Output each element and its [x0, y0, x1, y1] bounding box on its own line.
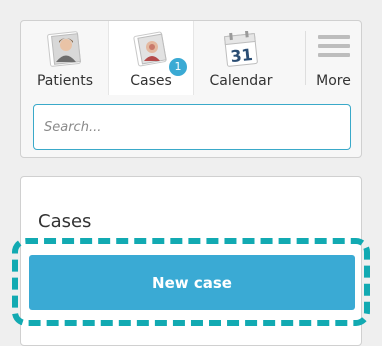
case-photo-icon: [130, 31, 172, 71]
top-panel: Patients Cases 1 31 Calendar More Search…: [20, 20, 362, 158]
nav-item-label: More: [316, 73, 351, 89]
cases-section-title: Cases: [38, 211, 92, 232]
calendar-icon: 31: [221, 30, 261, 71]
new-case-button[interactable]: New case: [29, 255, 355, 310]
nav-item-label: Calendar: [209, 73, 273, 89]
patient-photo-icon: [45, 31, 85, 71]
nav-item-calendar[interactable]: 31 Calendar: [201, 21, 281, 95]
nav-item-patients[interactable]: Patients: [29, 21, 101, 95]
calendar-day-number: 31: [230, 45, 254, 66]
nav-item-more[interactable]: More: [306, 21, 361, 95]
nav-item-label: Patients: [36, 73, 94, 89]
menu-lines-icon: [316, 31, 352, 65]
search-input[interactable]: [33, 104, 351, 150]
main-nav: Patients Cases 1 31 Calendar More: [21, 21, 361, 95]
cases-count-badge: 1: [168, 57, 188, 77]
